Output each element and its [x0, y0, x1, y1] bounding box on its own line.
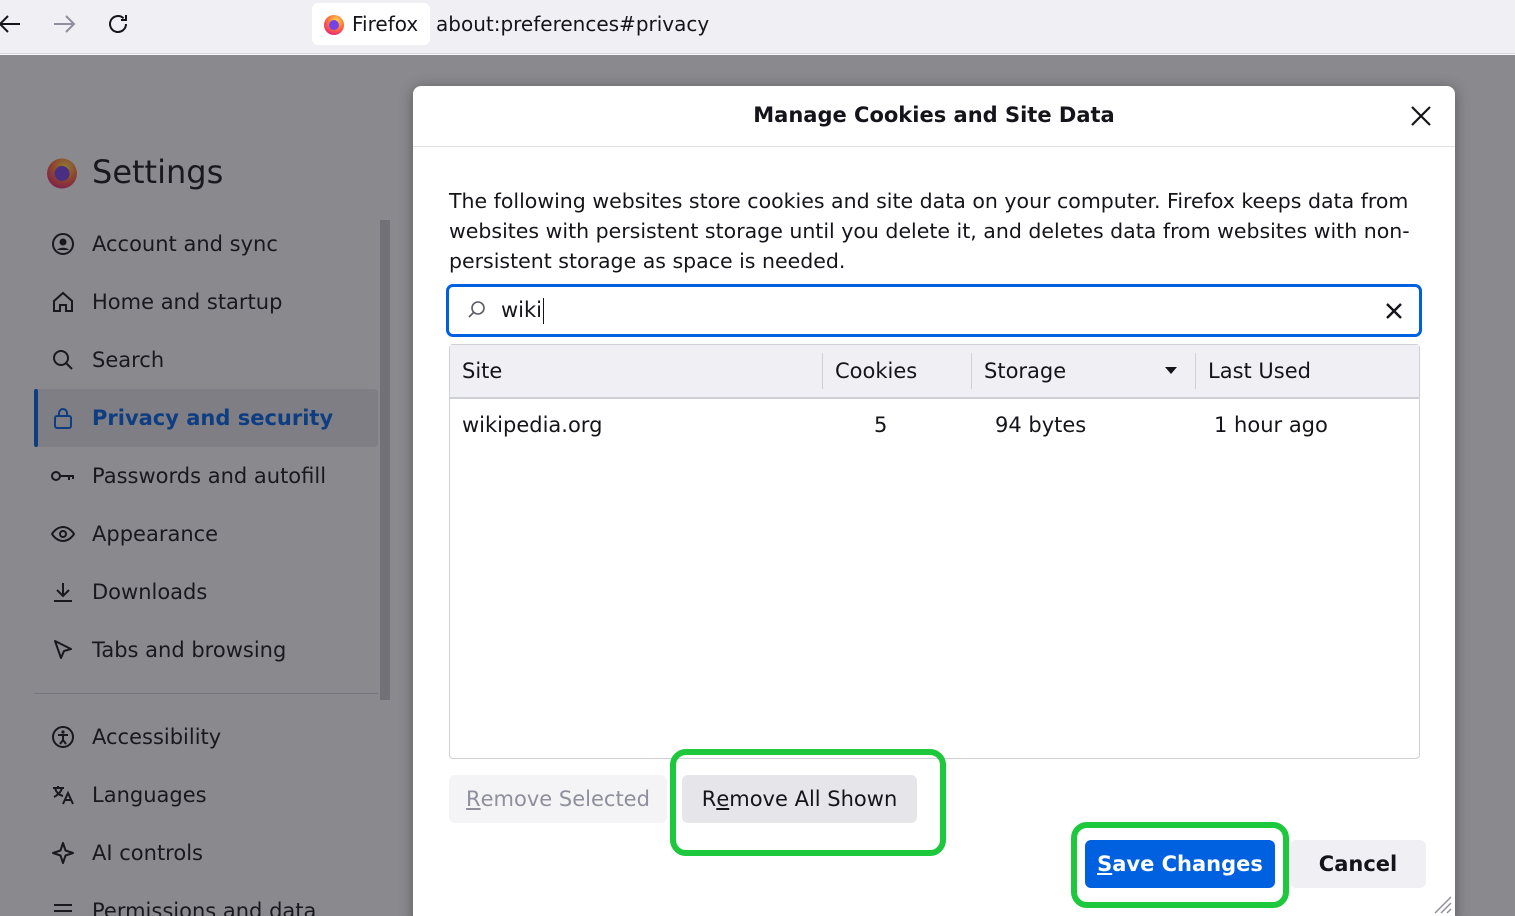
column-header-site[interactable]: Site — [450, 345, 822, 397]
column-header-storage[interactable]: Storage — [972, 345, 1195, 397]
button-label: emove Selected — [480, 787, 650, 811]
identity-label: Firefox — [352, 12, 419, 36]
cell-site: wikipedia.org — [462, 413, 603, 437]
url-text[interactable]: about:preferences#privacy — [436, 12, 709, 36]
button-label-prefix: R — [701, 787, 717, 811]
accesskey: S — [1097, 852, 1113, 876]
remove-selected-button[interactable]: Remove Selected — [449, 775, 667, 823]
manage-cookies-dialog: Manage Cookies and Site Data The followi… — [413, 86, 1455, 916]
resize-grip-icon[interactable] — [1431, 893, 1453, 915]
browser-toolbar: Firefox about:preferences#privacy — [0, 0, 1515, 54]
back-button[interactable] — [0, 8, 26, 40]
reload-button[interactable] — [102, 8, 134, 40]
column-header-label: Storage — [984, 359, 1067, 383]
dialog-header: Manage Cookies and Site Data — [413, 86, 1455, 147]
search-input[interactable]: wiki — [447, 285, 1421, 336]
close-icon — [1411, 106, 1431, 126]
forward-arrow-icon — [54, 15, 76, 33]
cancel-button[interactable]: Cancel — [1290, 840, 1426, 888]
search-icon — [468, 301, 485, 318]
accesskey: e — [716, 787, 730, 811]
column-header-last-used[interactable]: Last Used — [1196, 345, 1420, 397]
remove-all-shown-button[interactable]: Re move All Shown — [682, 775, 917, 823]
dialog-description: The following websites store cookies and… — [449, 189, 1410, 273]
column-header-cookies[interactable]: Cookies — [823, 345, 971, 397]
close-button[interactable] — [1407, 102, 1435, 130]
search-value: wiki — [501, 298, 543, 322]
table-header: Site Cookies Storage Last Used — [450, 345, 1419, 399]
reload-icon — [109, 15, 127, 33]
table-row[interactable]: wikipedia.org 5 94 bytes 1 hour ago — [450, 401, 1419, 449]
button-label: move All Shown — [729, 787, 898, 811]
cell-cookies: 5 — [874, 413, 888, 437]
text-caret — [543, 298, 545, 324]
identity-box[interactable]: Firefox — [312, 3, 431, 45]
dialog-title: Manage Cookies and Site Data — [753, 103, 1115, 127]
clear-search-icon[interactable] — [1383, 300, 1405, 322]
back-arrow-icon — [0, 15, 20, 33]
cell-storage: 94 bytes — [995, 413, 1087, 437]
sort-descending-icon — [1165, 367, 1177, 374]
sites-table: Site Cookies Storage Last Used wikipedia… — [449, 344, 1420, 759]
firefox-logo-icon — [324, 15, 344, 35]
url-bar[interactable]: Firefox about:preferences#privacy — [306, 2, 1515, 48]
save-changes-button[interactable]: Save Changes — [1085, 840, 1275, 888]
cell-last-used: 1 hour ago — [1214, 413, 1328, 437]
button-label: ave Changes — [1112, 852, 1263, 876]
forward-button[interactable] — [48, 8, 80, 40]
accesskey: R — [466, 787, 481, 811]
